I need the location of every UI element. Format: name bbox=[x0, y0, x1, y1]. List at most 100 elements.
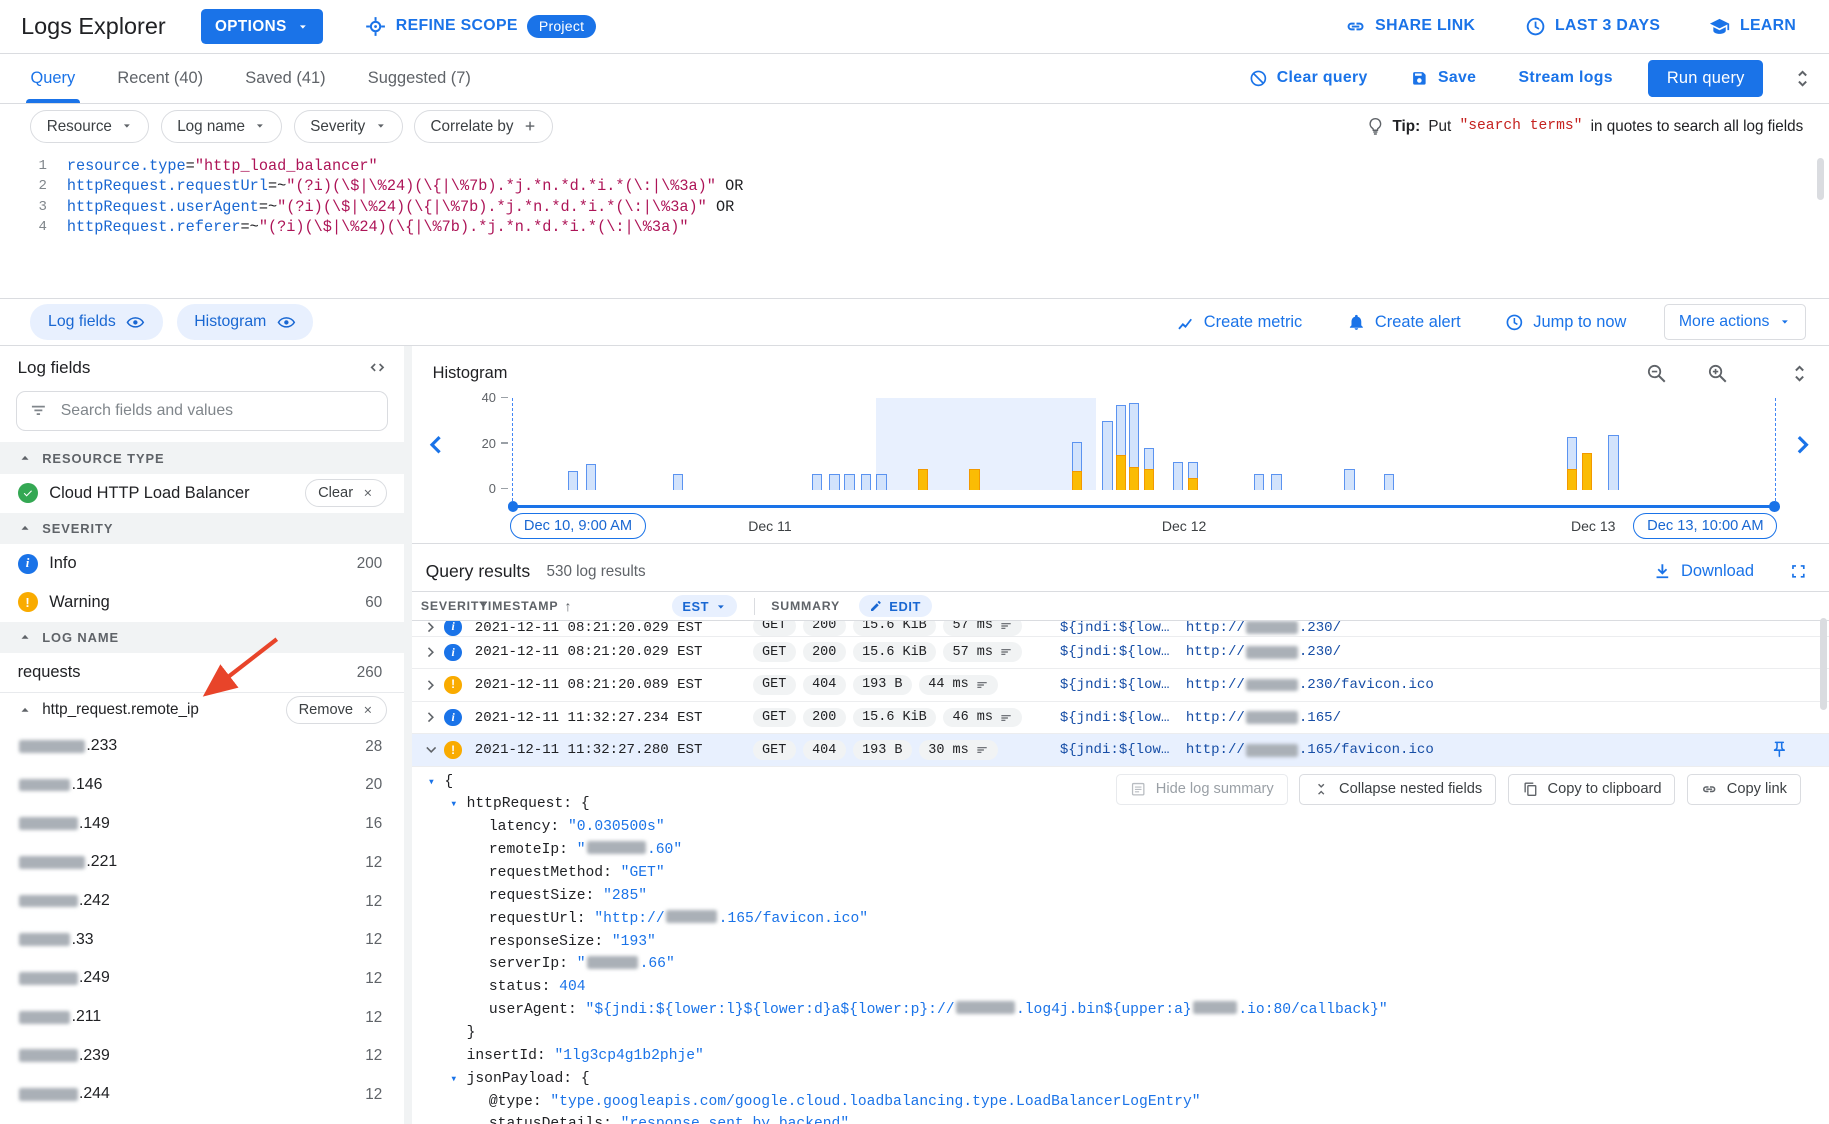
time-range-button[interactable]: LAST 3 DAYS bbox=[1518, 15, 1668, 38]
stream-logs-button[interactable]: Stream logs bbox=[1511, 68, 1619, 88]
log-row[interactable]: !2021-12-11 08:21:20.089 ESTGET404193 B4… bbox=[412, 669, 1829, 702]
remove-field-button[interactable]: Remove bbox=[286, 696, 387, 724]
collapse-nested-fields-button[interactable]: Collapse nested fields bbox=[1299, 774, 1496, 804]
fields-search-input[interactable] bbox=[58, 401, 375, 421]
histogram-bar[interactable] bbox=[1567, 437, 1578, 490]
column-severity[interactable]: SEVERITY bbox=[421, 599, 480, 613]
clear-query-button[interactable]: Clear query bbox=[1242, 68, 1375, 89]
remote-ip-item[interactable]: .21112 bbox=[0, 998, 404, 1037]
query-line[interactable]: 3httpRequest.userAgent=~"(?i)(\$|\%24)(\… bbox=[0, 197, 1829, 218]
expand-chevron-icon[interactable] bbox=[419, 742, 445, 758]
resource-type-item[interactable]: Cloud HTTP Load Balancer Clear bbox=[0, 474, 404, 513]
histogram-bar[interactable] bbox=[586, 464, 597, 489]
histogram-prev-icon[interactable] bbox=[423, 433, 446, 456]
correlate-by-button[interactable]: Correlate by bbox=[414, 110, 553, 143]
histogram-bar[interactable] bbox=[1344, 469, 1355, 490]
copy-link-button[interactable]: Copy link bbox=[1687, 774, 1801, 804]
collapse-panel-icon[interactable] bbox=[1792, 68, 1813, 89]
histogram-bar[interactable] bbox=[1072, 442, 1083, 490]
histogram-bar[interactable] bbox=[812, 474, 823, 490]
remote-ip-item[interactable]: .24912 bbox=[0, 959, 404, 998]
timezone-chip[interactable]: EST bbox=[672, 595, 737, 617]
histogram-bar[interactable] bbox=[829, 474, 840, 490]
histogram-bar[interactable] bbox=[876, 474, 887, 490]
create-alert-button[interactable]: Create alert bbox=[1340, 311, 1468, 332]
query-line[interactable]: 4httpRequest.referer=~"(?i)(\$|\%24)(\{|… bbox=[0, 217, 1829, 238]
clipped-row[interactable]: i2021-12-11 08:21:20.029 ESTGET20015.6 K… bbox=[412, 621, 1829, 636]
filter-dropdown-resource[interactable]: Resource bbox=[30, 110, 149, 143]
log-row[interactable]: i2021-12-11 11:32:27.234 ESTGET20015.6 K… bbox=[412, 702, 1829, 735]
remote-ip-item[interactable]: .23328 bbox=[0, 727, 404, 766]
log-row[interactable]: !2021-12-11 11:32:27.280 ESTGET404193 B3… bbox=[412, 734, 1829, 767]
expand-histogram-icon[interactable] bbox=[1789, 363, 1810, 384]
log-name-item[interactable]: requests260 bbox=[0, 653, 404, 692]
editor-scrollbar[interactable] bbox=[1817, 158, 1824, 200]
refine-scope-button[interactable]: REFINE SCOPE Project bbox=[358, 14, 603, 39]
expand-toggle-icon[interactable]: ▾ bbox=[450, 1068, 466, 1091]
histogram-bar[interactable] bbox=[861, 474, 872, 490]
range-end-chip[interactable]: Dec 13, 10:00 AM bbox=[1633, 513, 1777, 539]
remote-ip-item[interactable]: .3312 bbox=[0, 920, 404, 959]
expand-chevron-icon[interactable] bbox=[419, 709, 445, 725]
section-resource-type[interactable]: RESOURCE TYPE bbox=[0, 442, 404, 474]
expand-chevron-icon[interactable] bbox=[419, 621, 445, 635]
histogram-bar[interactable] bbox=[1188, 462, 1199, 489]
histogram-bar[interactable] bbox=[1116, 405, 1127, 490]
remote-ip-item[interactable]: .24212 bbox=[0, 882, 404, 921]
fields-search-box[interactable] bbox=[16, 391, 388, 431]
remote-ip-item[interactable]: .14620 bbox=[0, 766, 404, 805]
tab-saved-41[interactable]: Saved (41) bbox=[245, 54, 325, 103]
range-start-chip[interactable]: Dec 10, 9:00 AM bbox=[510, 513, 646, 539]
pin-icon[interactable] bbox=[1770, 740, 1789, 759]
histogram-bar[interactable] bbox=[969, 469, 980, 490]
query-line[interactable]: 2httpRequest.requestUrl=~"(?i)(\$|\%24)(… bbox=[0, 176, 1829, 197]
remote-ip-item[interactable]: .22112 bbox=[0, 843, 404, 882]
filter-dropdown-log-name[interactable]: Log name bbox=[161, 110, 282, 143]
expand-chevron-icon[interactable] bbox=[419, 644, 445, 660]
code-icon[interactable] bbox=[368, 358, 387, 377]
histogram-bar[interactable] bbox=[1271, 474, 1282, 490]
severity-item-warning[interactable]: !Warning60 bbox=[0, 583, 404, 622]
remote-ip-item[interactable]: .24412 bbox=[0, 1075, 404, 1114]
histogram-bar[interactable] bbox=[1608, 435, 1619, 490]
histogram-bar[interactable] bbox=[1582, 453, 1593, 490]
hide-log-summary-button[interactable]: Hide log summary bbox=[1116, 774, 1288, 804]
options-button[interactable]: OPTIONS bbox=[201, 9, 323, 44]
tab-query[interactable]: Query bbox=[30, 54, 75, 103]
learn-button[interactable]: LEARN bbox=[1702, 15, 1803, 38]
expand-chevron-icon[interactable] bbox=[419, 677, 445, 693]
histogram-timeline[interactable] bbox=[512, 505, 1775, 509]
remote-ip-item[interactable]: .14916 bbox=[0, 804, 404, 843]
copy-to-clipboard-button[interactable]: Copy to clipboard bbox=[1508, 774, 1676, 804]
log-row[interactable]: i2021-12-11 08:21:20.029 ESTGET20015.6 K… bbox=[412, 637, 1829, 670]
clear-filter-button[interactable]: Clear bbox=[305, 479, 387, 507]
query-line[interactable]: 1resource.type="http_load_balancer" bbox=[0, 156, 1829, 177]
run-query-button[interactable]: Run query bbox=[1648, 60, 1763, 98]
more-actions-button[interactable]: More actions bbox=[1664, 304, 1806, 339]
jump-to-now-button[interactable]: Jump to now bbox=[1498, 311, 1633, 332]
zoom-in-icon[interactable] bbox=[1707, 363, 1728, 384]
histogram-bar[interactable] bbox=[568, 471, 579, 489]
histogram-next-icon[interactable] bbox=[1792, 433, 1815, 456]
histogram-bar[interactable] bbox=[1102, 421, 1113, 490]
histogram-bar[interactable] bbox=[1173, 462, 1184, 489]
log-fields-toggle[interactable]: Log fields bbox=[30, 304, 162, 339]
filter-dropdown-severity[interactable]: Severity bbox=[294, 110, 403, 143]
zoom-out-icon[interactable] bbox=[1646, 363, 1667, 384]
results-scrollbar[interactable] bbox=[1820, 618, 1827, 709]
histogram-bar[interactable] bbox=[1129, 403, 1140, 490]
download-button[interactable]: Download bbox=[1646, 561, 1761, 582]
share-link-button[interactable]: SHARE LINK bbox=[1338, 15, 1483, 38]
histogram-selection[interactable] bbox=[876, 398, 1096, 489]
section-log-name[interactable]: LOG NAME bbox=[0, 622, 404, 654]
histogram-bar[interactable] bbox=[1254, 474, 1265, 490]
histogram-bar[interactable] bbox=[1144, 448, 1155, 489]
histogram-bar[interactable] bbox=[844, 474, 855, 490]
severity-item-info[interactable]: iInfo200 bbox=[0, 544, 404, 583]
save-button[interactable]: Save bbox=[1403, 68, 1484, 89]
histogram-bar[interactable] bbox=[918, 469, 929, 490]
histogram-bar[interactable] bbox=[673, 474, 684, 490]
column-timestamp[interactable]: TIMESTAMP ↑ bbox=[480, 598, 672, 614]
histogram-toggle[interactable]: Histogram bbox=[177, 304, 314, 339]
remote-ip-item[interactable]: .23912 bbox=[0, 1036, 404, 1075]
